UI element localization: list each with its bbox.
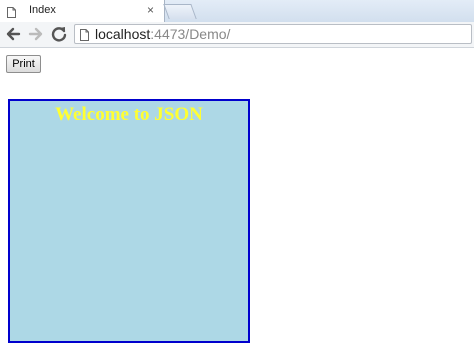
tab-strip: Index × [0, 0, 474, 22]
print-button[interactable]: Print [6, 55, 41, 73]
back-arrow-icon[interactable] [5, 24, 21, 49]
url-host: localhost [95, 26, 151, 42]
forward-arrow-icon[interactable] [28, 24, 44, 49]
address-bar[interactable]: localhost:4473/Demo/ [74, 24, 472, 44]
url-path: :4473/Demo/ [150, 26, 231, 42]
content-box: Welcome to JSON [8, 99, 250, 343]
document-icon [80, 28, 89, 41]
tab-title: Index [29, 4, 56, 16]
tab-index[interactable]: Index × [0, 0, 165, 22]
new-tab-button[interactable] [163, 4, 197, 19]
welcome-heading: Welcome to JSON [55, 104, 203, 125]
page-icon [7, 5, 16, 18]
url-text[interactable]: localhost:4473/Demo/ [95, 26, 230, 42]
reload-icon[interactable] [50, 24, 68, 49]
close-icon[interactable]: × [147, 3, 154, 17]
browser-toolbar: localhost:4473/Demo/ [0, 22, 474, 48]
